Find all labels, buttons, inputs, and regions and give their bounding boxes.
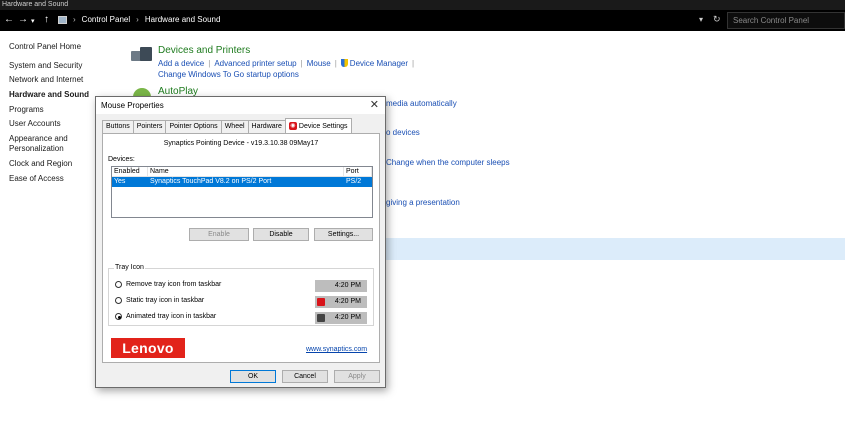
control-panel-icon (58, 15, 67, 24)
tab-device-settings-label: Device Settings (298, 122, 348, 130)
recent-dropdown-icon[interactable]: ▾ (31, 16, 35, 28)
radio-static-tray-icon[interactable]: Static tray icon in taskbar (115, 297, 204, 304)
radio-animated-tray-icon[interactable]: Animated tray icon in taskbar (115, 313, 216, 320)
disable-button[interactable]: Disable (253, 228, 309, 241)
address-bar: ← → ▾ ↑ › Control Panel › Hardware and S… (0, 10, 845, 31)
synaptics-icon: ◉ (288, 122, 297, 130)
devices-label: Devices: (108, 156, 135, 163)
up-arrow-icon[interactable]: ↑ (44, 14, 49, 26)
sidebar-item-system-security[interactable]: System and Security (9, 61, 119, 71)
enable-button[interactable]: Enable (189, 228, 249, 241)
device-driver-info: Synaptics Pointing Device - v19.3.10.38 … (163, 140, 319, 147)
apply-button[interactable]: Apply (334, 370, 380, 383)
cell-name: Synaptics TouchPad V8.2 on PS/2 Port (150, 178, 272, 185)
search-input[interactable]: Search Control Panel (727, 12, 845, 29)
tray-icon-group: Tray Icon Remove tray icon from taskbar … (108, 264, 374, 326)
sidebar-item-network[interactable]: Network and Internet (9, 75, 119, 85)
shield-icon (340, 59, 348, 67)
add-device-link[interactable]: Add a device (158, 59, 204, 68)
windows-to-go-link[interactable]: Change Windows To Go startup options (158, 69, 418, 80)
window-titlebar: Hardware and Sound (0, 0, 845, 10)
window-title: Hardware and Sound (2, 1, 69, 8)
cancel-button[interactable]: Cancel (282, 370, 328, 383)
synaptics-website-link[interactable]: www.synaptics.com (306, 346, 367, 353)
refresh-icon[interactable]: ↻ (713, 14, 721, 25)
column-port[interactable]: Port (344, 167, 372, 176)
mouse-properties-dialog: Mouse Properties ✕ Buttons Pointers Poin… (95, 96, 386, 388)
tray-preview-none: 4:20 PM (315, 280, 367, 292)
device-manager-link[interactable]: Device Manager (350, 59, 408, 68)
table-row[interactable]: Yes Synaptics TouchPad V8.2 on PS/2 Port… (112, 177, 372, 187)
tab-pointers[interactable]: Pointers (132, 120, 167, 133)
tray-icon-label: Tray Icon (114, 264, 145, 271)
devices-printers-title[interactable]: Devices and Printers (158, 45, 418, 56)
computer-sleep-link[interactable]: Change when the computer sleeps (386, 158, 510, 167)
tray-preview-animated: 4:20 PM (315, 312, 367, 324)
highlighted-category-row[interactable] (385, 238, 845, 260)
tab-pointer-options[interactable]: Pointer Options (165, 120, 222, 133)
dialog-title: Mouse Properties (101, 101, 164, 110)
column-enabled[interactable]: Enabled (112, 167, 148, 176)
ok-button[interactable]: OK (230, 370, 276, 383)
forward-arrow-icon[interactable]: → (18, 14, 28, 26)
advanced-printer-setup-link[interactable]: Advanced printer setup (214, 59, 296, 68)
breadcrumb-control-panel[interactable]: Control Panel (82, 15, 130, 24)
tab-hardware[interactable]: Hardware (247, 120, 286, 133)
lenovo-logo: Lenovo (111, 338, 185, 358)
breadcrumb-hardware-and-sound[interactable]: Hardware and Sound (145, 15, 221, 24)
devices-table: Enabled Name Port Yes Synaptics TouchPad… (111, 166, 373, 218)
breadcrumb: › Control Panel › Hardware and Sound (58, 15, 220, 24)
tray-preview-static: 4:20 PM (315, 296, 367, 308)
table-header: Enabled Name Port (112, 167, 372, 177)
tab-device-settings[interactable]: ◉ Device Settings (284, 118, 352, 133)
device-settings-panel: Synaptics Pointing Device - v19.3.10.38 … (102, 133, 380, 363)
radio-button-selected-icon (115, 313, 122, 320)
tab-buttons[interactable]: Buttons (102, 120, 134, 133)
tab-strip: Buttons Pointers Pointer Options Wheel H… (102, 118, 352, 133)
sidebar-item-home[interactable]: Control Panel Home (9, 42, 119, 52)
search-placeholder: Search Control Panel (733, 16, 810, 25)
devices-printers-icon (131, 45, 153, 67)
radio-button-icon (115, 297, 122, 304)
close-icon[interactable]: ✕ (370, 98, 379, 111)
address-dropdown-icon[interactable]: ▾ (699, 15, 703, 24)
cell-port: PS/2 (346, 178, 362, 185)
devices-printers-category: Devices and Printers Add a device | Advanc… (158, 45, 418, 80)
back-arrow-icon[interactable]: ← (4, 14, 14, 26)
settings-button[interactable]: Settings... (314, 228, 373, 241)
presentation-link[interactable]: giving a presentation (386, 198, 460, 207)
sound-devices-link[interactable]: o devices (386, 128, 420, 137)
radio-button-icon (115, 281, 122, 288)
column-name[interactable]: Name (148, 167, 344, 176)
radio-remove-tray-icon[interactable]: Remove tray icon from taskbar (115, 281, 221, 288)
synaptics-tray-icon (317, 298, 325, 306)
mouse-link[interactable]: Mouse (307, 59, 331, 68)
cell-enabled: Yes (114, 178, 126, 185)
tab-wheel[interactable]: Wheel (220, 120, 249, 133)
autoplay-media-link[interactable]: media automatically (386, 99, 457, 108)
touchpad-tray-icon (317, 314, 325, 322)
sidebar-item-appearance[interactable]: Appearance and Personalization (9, 134, 79, 154)
dialog-titlebar: Mouse Properties ✕ (96, 97, 385, 114)
